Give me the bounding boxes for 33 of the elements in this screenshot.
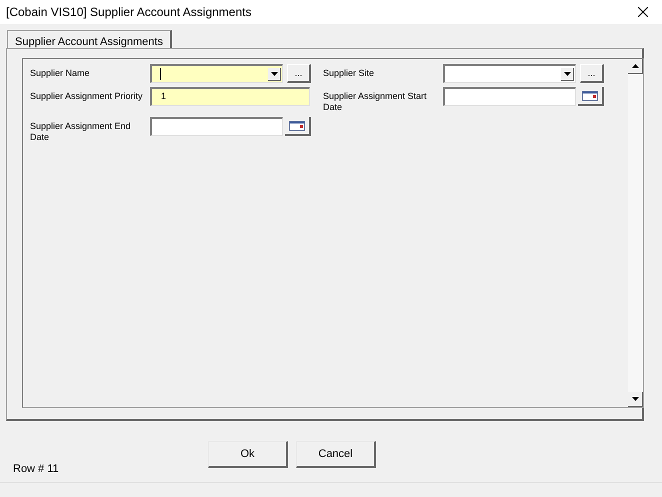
down-arrow-icon (632, 397, 638, 401)
calendar-button[interactable] (285, 117, 311, 136)
field-label: Supplier Assignment Priority (30, 90, 144, 102)
field-value: 1 (161, 90, 166, 104)
calendar-icon (582, 90, 598, 100)
scroll-down-button[interactable] (628, 392, 643, 407)
dropdown-button[interactable] (561, 68, 574, 80)
field-label: Supplier Site (323, 67, 376, 79)
up-arrow-icon (632, 64, 638, 68)
date-field[interactable] (150, 117, 283, 136)
combo-box[interactable] (150, 64, 283, 83)
dropdown-button[interactable] (268, 68, 281, 80)
dialog-button[interactable]: Cancel (296, 441, 376, 468)
browse-button[interactable]: ... (580, 64, 604, 83)
row-indicator: Row # 11 (13, 462, 60, 477)
dialog-button[interactable]: Ok (208, 441, 288, 468)
date-field[interactable] (443, 87, 576, 106)
window-title: [Cobain VIS10] Supplier Account Assignments (6, 4, 252, 21)
caret-icon (564, 72, 570, 76)
field-label: Supplier Assignment End Date (30, 120, 132, 143)
scroll-up-button[interactable] (628, 59, 643, 74)
text-cursor (160, 68, 161, 80)
scrollbar[interactable] (628, 59, 643, 407)
field-label: Supplier Assignment Start Date (323, 90, 428, 113)
tab[interactable]: Supplier Account Assignments (7, 30, 172, 48)
close-icon[interactable] (638, 7, 648, 17)
calendar-icon (289, 120, 305, 130)
input-field[interactable]: 1 (150, 87, 310, 106)
caret-icon (270, 72, 278, 76)
combo-box[interactable] (443, 64, 576, 83)
field-label: Supplier Name (30, 67, 91, 79)
calendar-button[interactable] (578, 87, 604, 106)
browse-button[interactable]: ... (287, 64, 311, 83)
